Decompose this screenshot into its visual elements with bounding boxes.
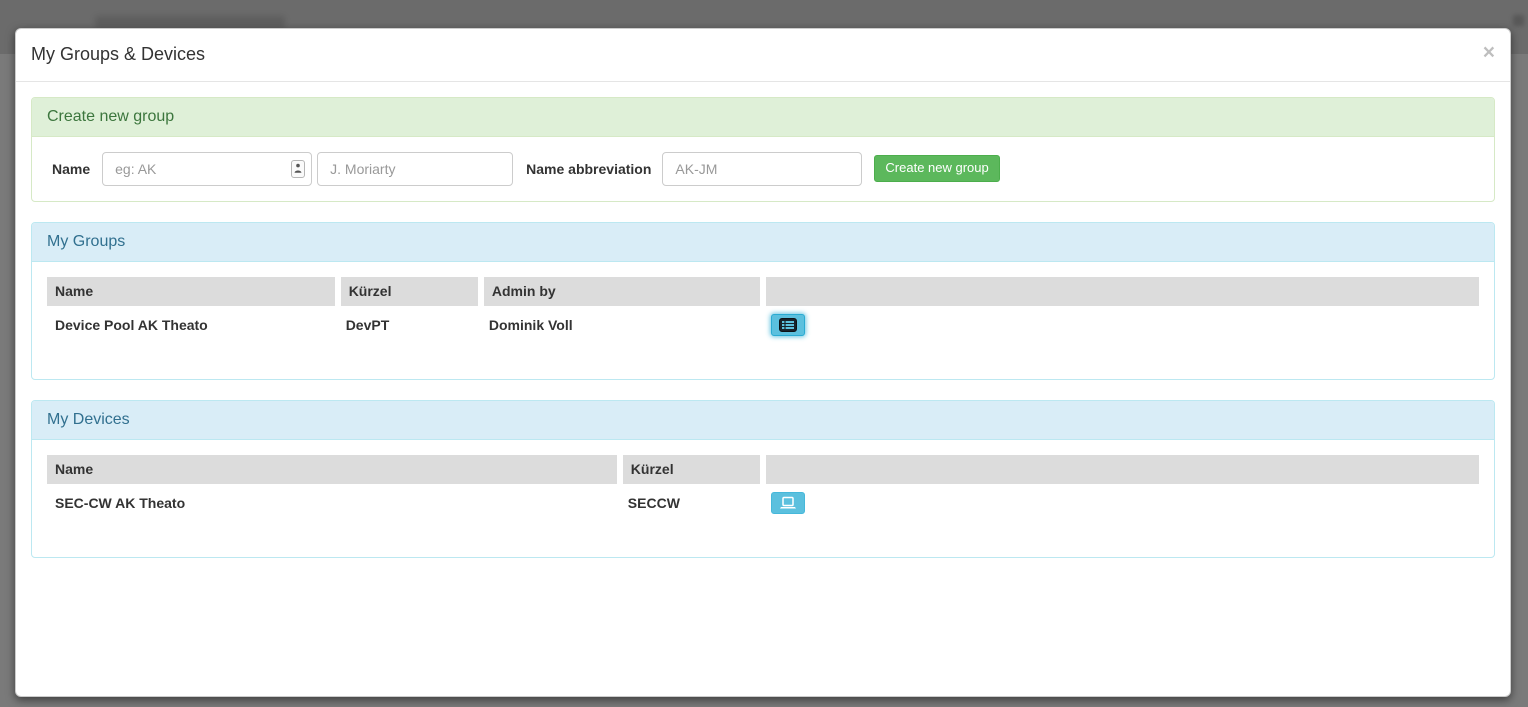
group-actions-cell: [763, 306, 1479, 344]
table-header-row: Name Kürzel: [47, 455, 1479, 484]
column-header-kuerzel: Kürzel: [338, 277, 481, 306]
list-alt-icon: [779, 318, 797, 332]
group-kuerzel-cell: DevPT: [338, 306, 481, 344]
column-header-kuerzel: Kürzel: [620, 455, 763, 484]
column-header-name: Name: [47, 277, 338, 306]
modal-header: My Groups & Devices ×: [16, 29, 1510, 82]
my-devices-panel: My Devices Name Kürzel SEC-CW AK Theato: [31, 400, 1495, 558]
create-group-body: Name Name abbreviation Create new: [32, 137, 1494, 201]
column-header-actions: [763, 455, 1479, 484]
device-actions-cell: [763, 484, 1479, 522]
group-abbreviation-input[interactable]: [662, 152, 862, 186]
create-group-heading: Create new group: [32, 98, 1494, 137]
close-button[interactable]: ×: [1483, 42, 1495, 63]
my-groups-devices-modal: My Groups & Devices × Create new group N…: [15, 28, 1511, 697]
autofill-contact-icon[interactable]: [291, 160, 305, 178]
my-devices-heading: My Devices: [32, 401, 1494, 440]
my-groups-table: Name Kürzel Admin by Device Pool AK Thea…: [47, 277, 1479, 344]
device-name-cell: SEC-CW AK Theato: [47, 484, 620, 522]
modal-title: My Groups & Devices: [31, 42, 1495, 68]
my-groups-heading: My Groups: [32, 223, 1494, 262]
name-label: Name: [52, 161, 90, 177]
column-header-name: Name: [47, 455, 620, 484]
group-name-input[interactable]: [102, 152, 312, 186]
close-icon: ×: [1483, 41, 1495, 64]
my-groups-body: Name Kürzel Admin by Device Pool AK Thea…: [32, 262, 1494, 379]
create-new-group-button[interactable]: Create new group: [874, 155, 999, 181]
my-devices-body: Name Kürzel SEC-CW AK Theato SECCW: [32, 440, 1494, 557]
group-admin-cell: Dominik Voll: [481, 306, 763, 344]
table-row: SEC-CW AK Theato SECCW: [47, 484, 1479, 522]
my-groups-panel: My Groups Name Kürzel Admin by: [31, 222, 1495, 380]
laptop-icon: [779, 496, 797, 510]
table-header-row: Name Kürzel Admin by: [47, 277, 1479, 306]
name-abbreviation-label: Name abbreviation: [526, 161, 651, 177]
background-navbar-item-hint: [1513, 15, 1524, 26]
my-devices-table: Name Kürzel SEC-CW AK Theato SECCW: [47, 455, 1479, 522]
group-admin-input[interactable]: [317, 152, 513, 186]
create-group-form: Name Name abbreviation Create new: [47, 152, 1479, 186]
column-header-admin-by: Admin by: [481, 277, 763, 306]
column-header-actions: [763, 277, 1479, 306]
device-kuerzel-cell: SECCW: [620, 484, 763, 522]
device-details-button[interactable]: [771, 492, 805, 514]
modal-body: Create new group Name Name a: [16, 82, 1510, 593]
create-group-panel: Create new group Name Name a: [31, 97, 1495, 202]
table-row: Device Pool AK Theato DevPT Dominik Voll: [47, 306, 1479, 344]
group-details-button[interactable]: [771, 314, 805, 336]
group-name-cell: Device Pool AK Theato: [47, 306, 338, 344]
